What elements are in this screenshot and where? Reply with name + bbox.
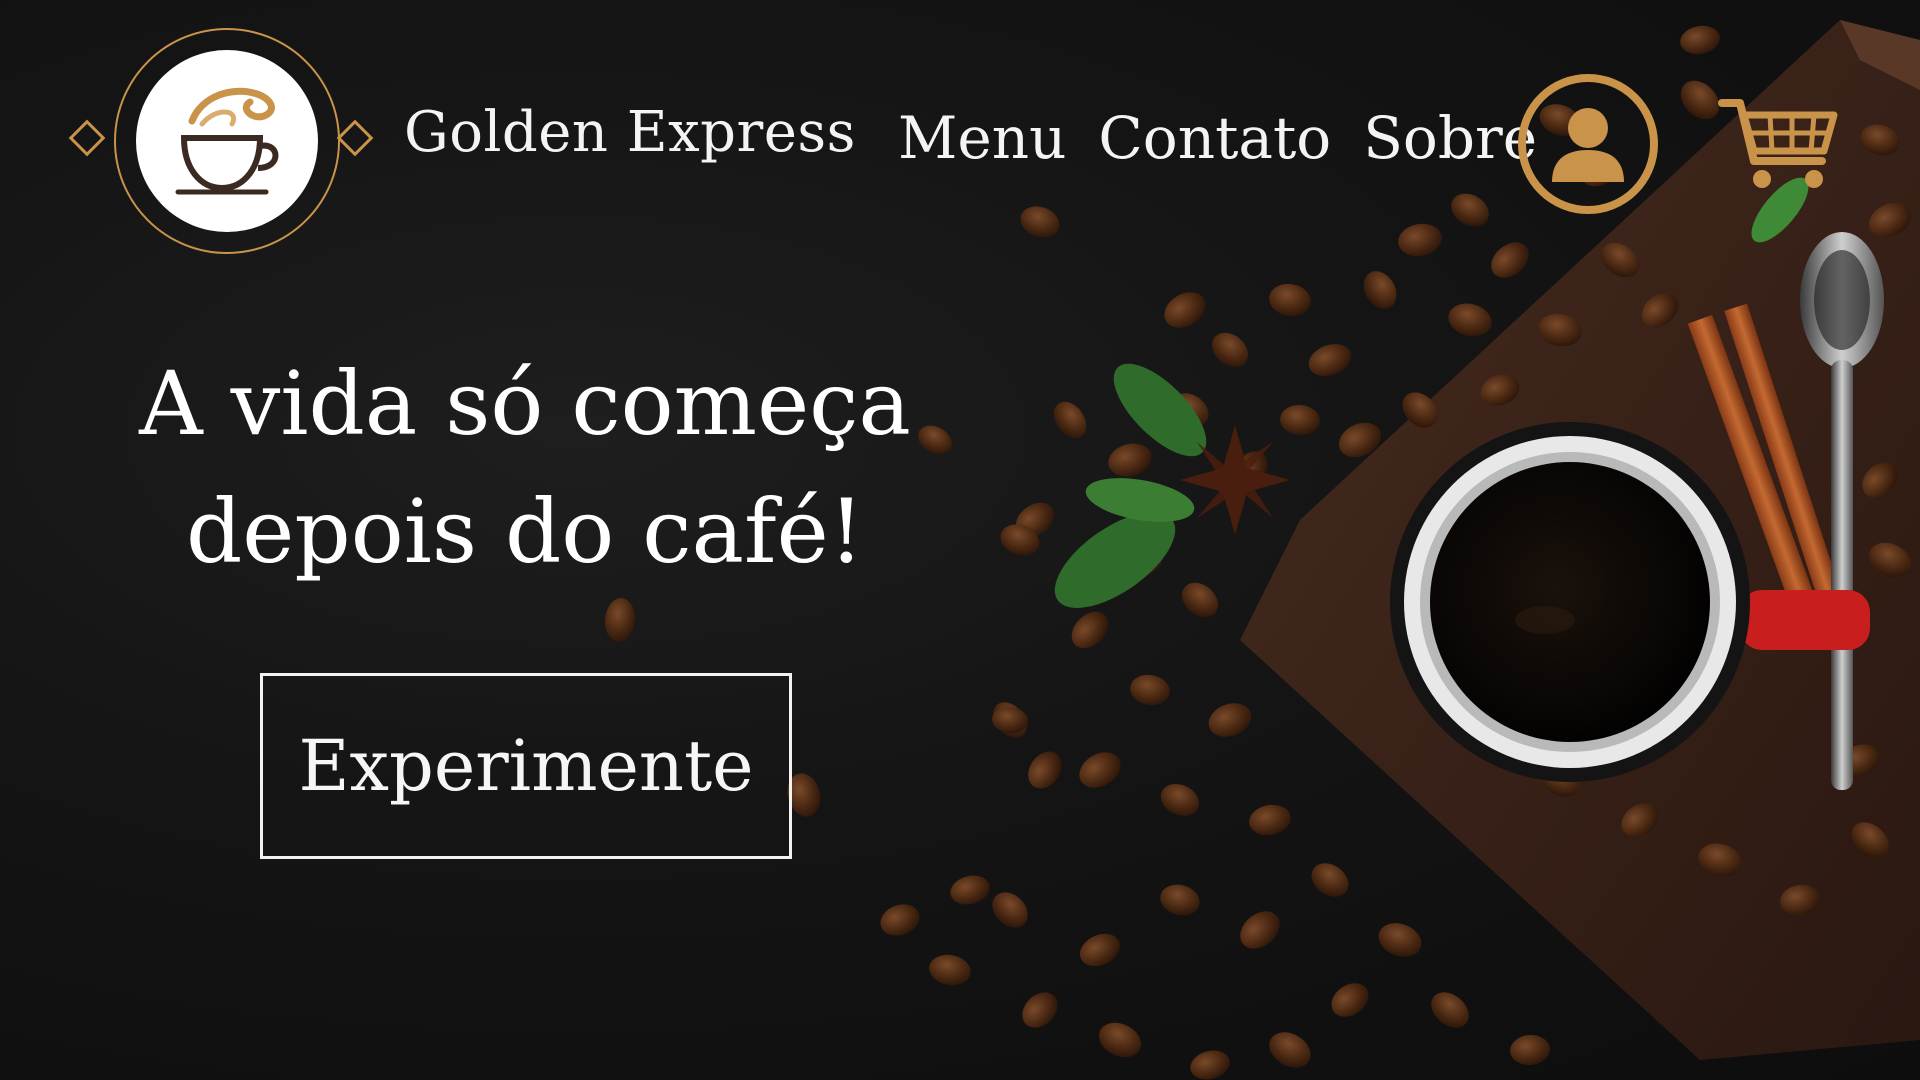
brand-name[interactable]: Golden Express	[404, 100, 856, 165]
coffee-cup-logo-icon	[136, 50, 318, 232]
user-account-button[interactable]	[1518, 74, 1658, 214]
experimente-button[interactable]: Experimente	[260, 673, 792, 859]
hero-headline: A vida só começa depois do café!	[120, 340, 930, 596]
nav-item-contato[interactable]: Contato	[1098, 104, 1331, 172]
diamond-ornament-left	[68, 119, 106, 157]
nav-item-sobre[interactable]: Sobre	[1363, 104, 1537, 172]
user-icon	[1552, 108, 1624, 182]
main-nav: Menu Contato Sobre	[898, 104, 1537, 172]
cart-icon	[1718, 99, 1838, 188]
cart-button[interactable]	[1718, 95, 1840, 195]
hero-headline-line2: depois do café!	[185, 480, 865, 583]
hero-headline-line1: A vida só começa	[139, 352, 911, 455]
nav-item-menu[interactable]: Menu	[898, 104, 1066, 172]
logo[interactable]	[68, 28, 374, 258]
